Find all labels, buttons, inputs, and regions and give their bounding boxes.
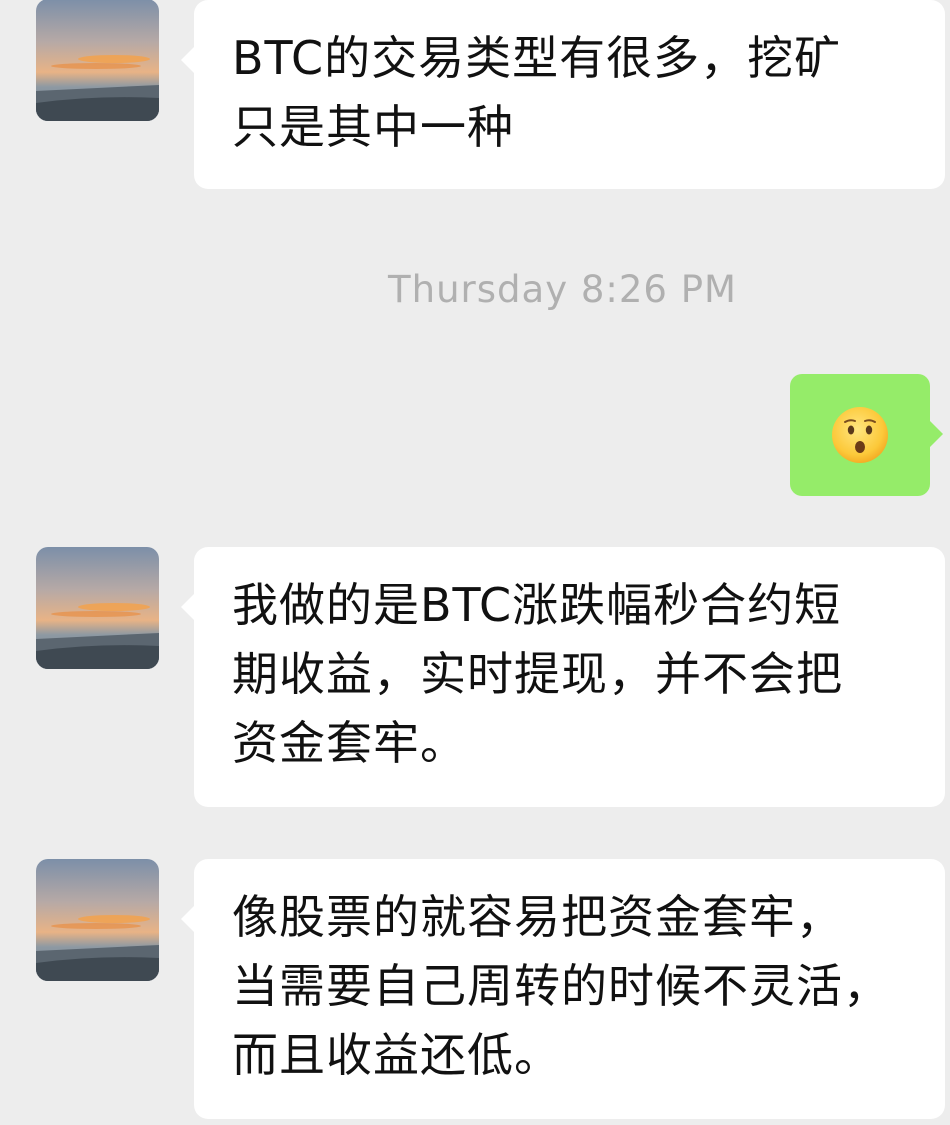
message-line: 资金套牢。	[232, 716, 467, 770]
outgoing-message-bubble[interactable]	[790, 374, 943, 496]
incoming-message-bubble[interactable]: 我做的是BTC涨跌幅秒合约短 期收益，实时提现，并不会把 资金套牢。	[181, 547, 945, 807]
message-line: 当需要自己周转的时候不灵活，	[232, 959, 890, 1013]
message-line: BTC的交易类型有很多，挖矿	[232, 31, 842, 85]
sunset-avatar-image	[36, 859, 159, 981]
message-line: 而且收益还低。	[232, 1028, 561, 1082]
contact-avatar[interactable]	[36, 547, 159, 669]
sunset-avatar-image	[36, 0, 159, 121]
message-line: 只是其中一种	[232, 100, 514, 154]
contact-avatar[interactable]	[36, 859, 159, 981]
incoming-message-bubble[interactable]: BTC的交易类型有很多，挖矿 只是其中一种	[181, 0, 945, 189]
hushed-face-emoji-icon	[832, 407, 888, 463]
message-line: 期收益，实时提现，并不会把	[232, 647, 843, 701]
timestamp: Thursday 8:26 PM	[388, 268, 737, 311]
incoming-message-bubble[interactable]: 像股票的就容易把资金套牢， 当需要自己周转的时候不灵活， 而且收益还低。	[181, 859, 945, 1119]
contact-avatar[interactable]	[36, 0, 159, 121]
sunset-avatar-image	[36, 547, 159, 669]
message-line: 像股票的就容易把资金套牢，	[232, 890, 843, 944]
message-line: 我做的是BTC涨跌幅秒合约短	[232, 578, 842, 632]
